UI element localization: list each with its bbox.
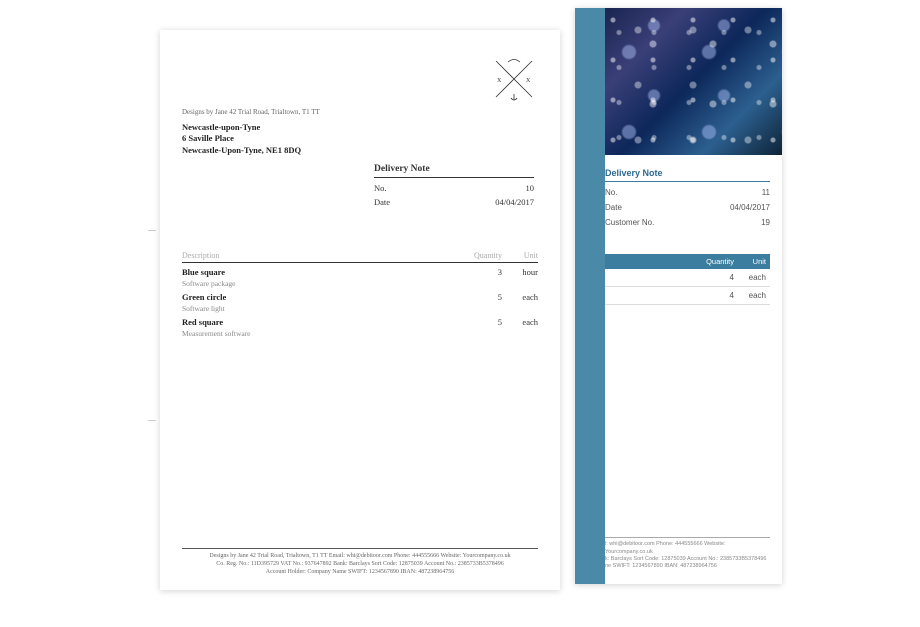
summary-row-customer: Customer No. 19 xyxy=(605,215,770,230)
value: 04/04/2017 xyxy=(730,203,770,212)
col-description: Description xyxy=(182,251,460,260)
recipient-line: Newcastle-Upon-Tyne, NE1 8DQ xyxy=(182,145,538,156)
recipient-line: Newcastle-upon-Tyne xyxy=(182,122,538,133)
summary-row-date: Date 04/04/2017 xyxy=(374,195,534,209)
item-desc-spacer xyxy=(609,273,694,282)
delivery-note-title: Delivery Note xyxy=(605,168,770,182)
svg-text:X: X xyxy=(526,78,531,84)
delivery-note-page-right: Delivery Note No. 11 Date 04/04/2017 Cus… xyxy=(575,8,782,584)
summary-row-number: No. 11 xyxy=(605,185,770,200)
fold-mark xyxy=(148,230,156,231)
col-description-spacer xyxy=(609,257,694,266)
item-qty: 5 xyxy=(460,317,502,327)
label: Date xyxy=(374,197,390,207)
item-name: Blue square xyxy=(182,267,460,277)
footer-line: Account Holder: Company Name SWIFT: 1234… xyxy=(182,568,538,576)
item-subtitle: Software light xyxy=(182,304,538,313)
item-unit: each xyxy=(508,317,538,327)
item-subtitle: Software package xyxy=(182,279,538,288)
value: 11 xyxy=(762,188,770,197)
item-name: Green circle xyxy=(182,292,460,302)
item-qty: 5 xyxy=(460,292,502,302)
footer-line: l: whi@debitoor.com Phone: 444555666 Web… xyxy=(605,541,770,555)
col-quantity: Quantity xyxy=(460,251,502,260)
footer-line: k: Barclays Sort Code: 12875039 Account … xyxy=(605,556,770,563)
item-qty: 3 xyxy=(460,267,502,277)
table-row: Red square 5 each Measurement software xyxy=(182,313,538,338)
recipient-address: Newcastle-upon-Tyne 6 Saville Place Newc… xyxy=(182,122,538,156)
footer-line: ne SWIFT: 1234567890 IBAN: 487238964756 xyxy=(605,563,770,570)
item-unit: hour xyxy=(508,267,538,277)
company-logo: X X xyxy=(490,55,538,103)
hero-image xyxy=(605,8,782,155)
table-row: 4 each xyxy=(605,269,770,287)
item-name: Red square xyxy=(182,317,460,327)
footer-line: Co. Reg. No.: 11D395729 VAT No.: 9376478… xyxy=(182,560,538,568)
page-footer: Designs by Jane 42 Trial Road, Trialtown… xyxy=(182,548,538,576)
value: 04/04/2017 xyxy=(495,197,534,207)
item-unit: each xyxy=(738,273,766,282)
item-unit: each xyxy=(738,291,766,300)
right-content: Delivery Note No. 11 Date 04/04/2017 Cus… xyxy=(605,168,770,572)
fold-mark xyxy=(148,420,156,421)
col-quantity: Quantity xyxy=(694,257,734,266)
value: 10 xyxy=(526,183,535,193)
col-unit: Unit xyxy=(508,251,538,260)
delivery-note-page-left: X X Designs by Jane 42 Trial Road, Trial… xyxy=(160,30,560,590)
item-qty: 4 xyxy=(694,273,734,282)
label: No. xyxy=(605,188,617,197)
col-unit: Unit xyxy=(738,257,766,266)
label: Date xyxy=(605,203,622,212)
label: No. xyxy=(374,183,387,193)
accent-stripe xyxy=(575,8,605,584)
label: Customer No. xyxy=(605,218,654,227)
footer-line: Designs by Jane 42 Trial Road, Trialtown… xyxy=(182,552,538,560)
item-desc-spacer xyxy=(609,291,694,300)
delivery-note-summary: Delivery Note No. 10 Date 04/04/2017 xyxy=(374,164,534,209)
svg-text:X: X xyxy=(497,78,502,84)
delivery-note-title: Delivery Note xyxy=(374,164,534,178)
table-row: Green circle 5 each Software light xyxy=(182,288,538,313)
value: 19 xyxy=(761,218,770,227)
item-qty: 4 xyxy=(694,291,734,300)
table-header-row: Description Quantity Unit xyxy=(182,251,538,263)
item-unit: each xyxy=(508,292,538,302)
recipient-line: 6 Saville Place xyxy=(182,133,538,144)
table-header-row: Quantity Unit xyxy=(605,254,770,269)
page-footer: l: whi@debitoor.com Phone: 444555666 Web… xyxy=(605,537,770,570)
line-items-table: Description Quantity Unit Blue square 3 … xyxy=(182,251,538,338)
item-subtitle: Measurement software xyxy=(182,329,538,338)
summary-row-date: Date 04/04/2017 xyxy=(605,200,770,215)
summary-row-number: No. 10 xyxy=(374,181,534,195)
sender-address-line: Designs by Jane 42 Trial Road, Trialtown… xyxy=(182,108,538,116)
table-row: 4 each xyxy=(605,287,770,305)
stage: X X Designs by Jane 42 Trial Road, Trial… xyxy=(0,0,920,627)
table-row: Blue square 3 hour Software package xyxy=(182,263,538,288)
